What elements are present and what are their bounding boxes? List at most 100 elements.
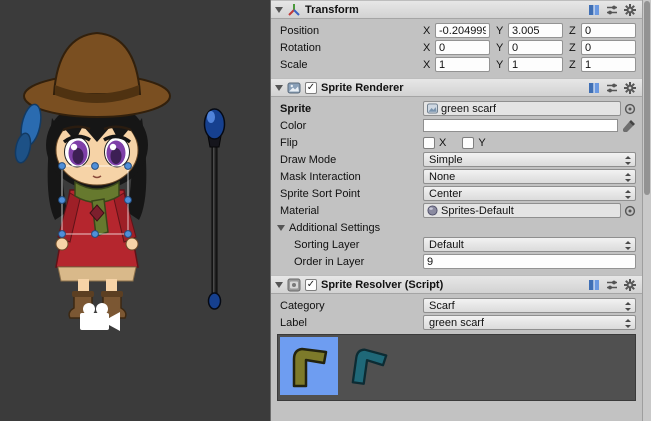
character-sprite[interactable] xyxy=(13,33,170,318)
order-in-layer-row: Order in Layer xyxy=(271,253,642,270)
axis-label-x: X xyxy=(423,25,435,37)
dropdown-arrow-icon xyxy=(625,302,632,311)
scale-row: Scale X Y Z xyxy=(271,56,642,73)
component-title: Sprite Renderer xyxy=(321,82,404,94)
sprite-row: Sprite green scarf xyxy=(271,100,642,117)
axis-label-x: X xyxy=(423,59,435,71)
axis-label-x: X xyxy=(423,42,435,54)
material-value: Sprites-Default xyxy=(441,205,514,217)
sorting-layer-row: Sorting Layer Default xyxy=(271,236,642,253)
sprite-value: green scarf xyxy=(441,103,496,115)
inspector-scrollbar[interactable] xyxy=(642,0,651,421)
sprite-thumbnail-green-scarf[interactable] xyxy=(280,337,338,395)
rotation-z-field[interactable] xyxy=(581,40,636,55)
enabled-checkbox[interactable]: ✓ xyxy=(305,82,317,94)
axis-label-z: Z xyxy=(569,42,581,54)
sprite-resolver-icon xyxy=(287,278,301,292)
foldout-arrow-icon[interactable] xyxy=(275,85,283,91)
position-y-field[interactable] xyxy=(508,23,563,38)
rotation-y-field[interactable] xyxy=(508,40,563,55)
help-book-icon[interactable] xyxy=(587,278,601,292)
gear-icon[interactable] xyxy=(623,3,637,17)
row-label: Order in Layer xyxy=(280,256,423,268)
row-label: Category xyxy=(280,300,423,312)
mask-interaction-dropdown[interactable]: None xyxy=(423,169,636,184)
flip-y-label: Y xyxy=(478,137,485,149)
foldout-arrow-icon[interactable] xyxy=(275,282,283,288)
inspector-panel: Transform Positio xyxy=(270,0,651,421)
row-label: Sprite xyxy=(280,103,423,115)
unity-window: Transform Positio xyxy=(0,0,651,421)
gear-icon[interactable] xyxy=(623,81,637,95)
dropdown-arrow-icon xyxy=(625,190,632,199)
enabled-checkbox[interactable]: ✓ xyxy=(305,279,317,291)
dropdown-arrow-icon xyxy=(625,241,632,250)
dropdown-arrow-icon xyxy=(625,319,632,328)
flip-row: Flip X Y xyxy=(271,134,642,151)
component-title: Transform xyxy=(305,4,359,16)
sprite-thumbnail-teal-scarf[interactable] xyxy=(340,337,398,395)
scale-y-field[interactable] xyxy=(508,57,563,72)
object-picker-icon[interactable] xyxy=(624,205,636,217)
transform-icon xyxy=(287,3,301,17)
help-book-icon[interactable] xyxy=(587,3,601,17)
row-label: Flip xyxy=(280,137,423,149)
position-z-field[interactable] xyxy=(581,23,636,38)
foldout-arrow-icon[interactable] xyxy=(275,7,283,13)
dropdown-value: green scarf xyxy=(429,317,484,329)
flip-x-checkbox[interactable] xyxy=(423,137,435,149)
presets-icon[interactable] xyxy=(605,278,619,292)
eyedropper-icon[interactable] xyxy=(622,119,636,133)
scrollbar-thumb[interactable] xyxy=(644,1,650,195)
transform-component: Transform Positio xyxy=(271,0,642,77)
row-label: Color xyxy=(280,120,423,132)
presets-icon[interactable] xyxy=(605,81,619,95)
axis-label-y: Y xyxy=(496,42,508,54)
axis-label-z: Z xyxy=(569,59,581,71)
sprite-preview-panel xyxy=(277,334,636,401)
category-row: Category Scarf xyxy=(271,297,642,314)
row-label: Position xyxy=(280,25,423,37)
color-swatch[interactable] xyxy=(423,119,618,132)
component-title: Sprite Resolver (Script) xyxy=(321,279,443,291)
label-dropdown[interactable]: green scarf xyxy=(423,315,636,330)
dropdown-value: Center xyxy=(429,188,462,200)
draw-mode-dropdown[interactable]: Simple xyxy=(423,152,636,167)
transform-header[interactable]: Transform xyxy=(271,0,642,19)
order-in-layer-field[interactable] xyxy=(423,254,636,269)
staff-sprite[interactable] xyxy=(205,109,225,309)
presets-icon[interactable] xyxy=(605,3,619,17)
sprite-sort-point-dropdown[interactable]: Center xyxy=(423,186,636,201)
scale-x-field[interactable] xyxy=(435,57,490,72)
dropdown-value: Scarf xyxy=(429,300,455,312)
material-icon xyxy=(427,205,438,216)
category-dropdown[interactable]: Scarf xyxy=(423,298,636,313)
sprite-resolver-header[interactable]: ✓ Sprite Resolver (Script) xyxy=(271,275,642,294)
material-object-field[interactable]: Sprites-Default xyxy=(423,203,621,218)
flip-x-label: X xyxy=(439,137,446,149)
sorting-layer-dropdown[interactable]: Default xyxy=(423,237,636,252)
row-label: Scale xyxy=(280,59,423,71)
scene-view[interactable] xyxy=(0,0,270,421)
row-label: Rotation xyxy=(280,42,423,54)
dropdown-value: Default xyxy=(429,239,464,251)
sprite-object-field[interactable]: green scarf xyxy=(423,101,621,116)
rotation-x-field[interactable] xyxy=(435,40,490,55)
object-picker-icon[interactable] xyxy=(624,103,636,115)
sprite-resolver-component: ✓ Sprite Resolver (Script) xyxy=(271,275,642,409)
position-row: Position X Y Z xyxy=(271,22,642,39)
scale-z-field[interactable] xyxy=(581,57,636,72)
gear-icon[interactable] xyxy=(623,278,637,292)
sprite-renderer-header[interactable]: ✓ Sprite Renderer xyxy=(271,78,642,97)
additional-settings-foldout[interactable]: Additional Settings xyxy=(271,219,642,236)
foldout-arrow-icon[interactable] xyxy=(277,225,285,231)
axis-label-y: Y xyxy=(496,25,508,37)
position-x-field[interactable] xyxy=(435,23,490,38)
flip-y-checkbox[interactable] xyxy=(462,137,474,149)
rotation-row: Rotation X Y Z xyxy=(271,39,642,56)
dropdown-value: Simple xyxy=(429,154,463,166)
row-label: Sprite Sort Point xyxy=(280,188,423,200)
draw-mode-row: Draw Mode Simple xyxy=(271,151,642,168)
help-book-icon[interactable] xyxy=(587,81,601,95)
row-label: Draw Mode xyxy=(280,154,423,166)
